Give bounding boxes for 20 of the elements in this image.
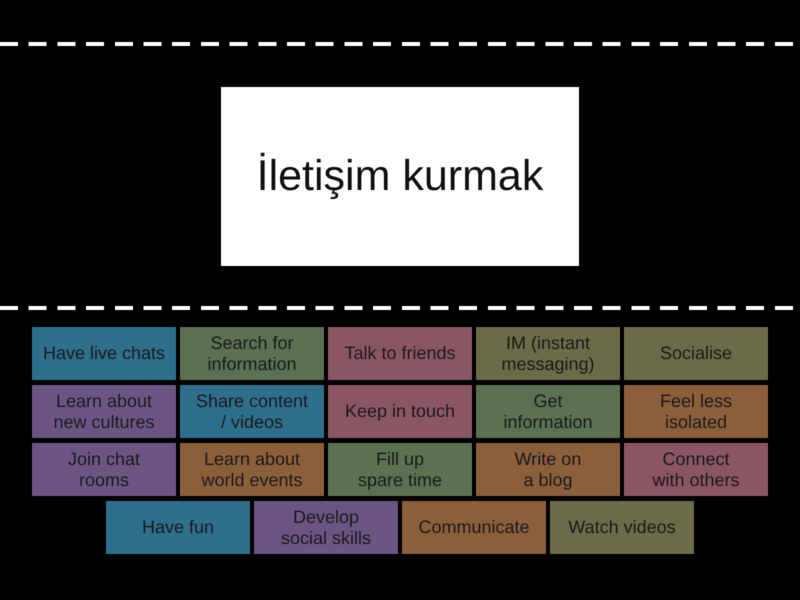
answer-tile[interactable]: Have live chats <box>32 327 176 380</box>
prompt-text: İletişim kurmak <box>256 152 544 201</box>
answer-tile[interactable]: Socialise <box>624 327 768 380</box>
answer-tile[interactable]: Share content / videos <box>180 385 324 438</box>
answer-tile[interactable]: Learn about world events <box>180 443 324 496</box>
answer-tile[interactable]: Fill up spare time <box>328 443 472 496</box>
answer-tile[interactable]: Develop social skills <box>254 501 398 554</box>
answer-tile[interactable]: Communicate <box>402 501 546 554</box>
answer-tile[interactable]: Connect with others <box>624 443 768 496</box>
answer-tile[interactable]: Talk to friends <box>328 327 472 380</box>
answer-tile[interactable]: Learn about new cultures <box>32 385 176 438</box>
answer-tile[interactable]: Have fun <box>106 501 250 554</box>
answer-tile[interactable]: Write on a blog <box>476 443 620 496</box>
answer-tile[interactable]: Join chat rooms <box>32 443 176 496</box>
answer-tile[interactable]: Watch videos <box>550 501 694 554</box>
answer-tile[interactable]: Get information <box>476 385 620 438</box>
answer-tile[interactable]: Feel less isolated <box>624 385 768 438</box>
answer-tile[interactable]: Keep in touch <box>328 385 472 438</box>
answer-tile[interactable]: IM (instant messaging) <box>476 327 620 380</box>
answer-tile[interactable]: Search for information <box>180 327 324 380</box>
